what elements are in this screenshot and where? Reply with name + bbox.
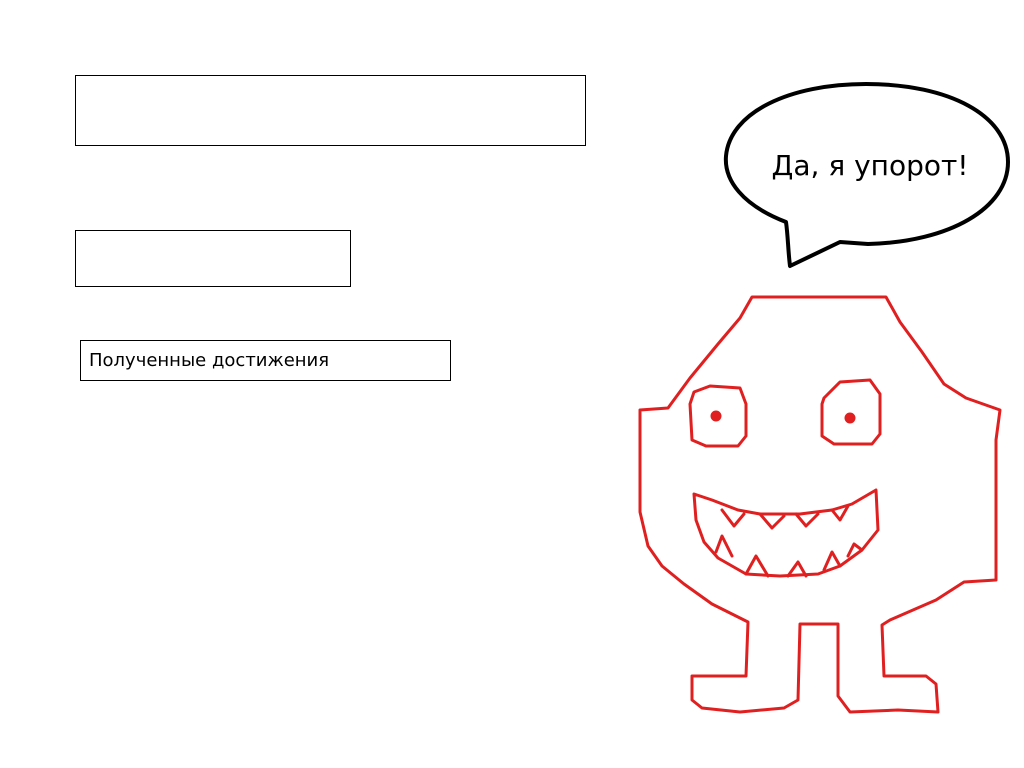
- monster-icon: [638, 295, 1002, 714]
- monster-illustration: Да, я упорот!: [638, 82, 1010, 714]
- speech-bubble: Да, я упорот!: [723, 82, 1010, 268]
- speech-bubble-text: Да, я упорот!: [771, 149, 968, 182]
- left-pupil: [710, 410, 722, 422]
- right-pupil: [844, 412, 856, 424]
- right-eye-icon: [820, 378, 882, 446]
- mouth-icon: [692, 488, 880, 578]
